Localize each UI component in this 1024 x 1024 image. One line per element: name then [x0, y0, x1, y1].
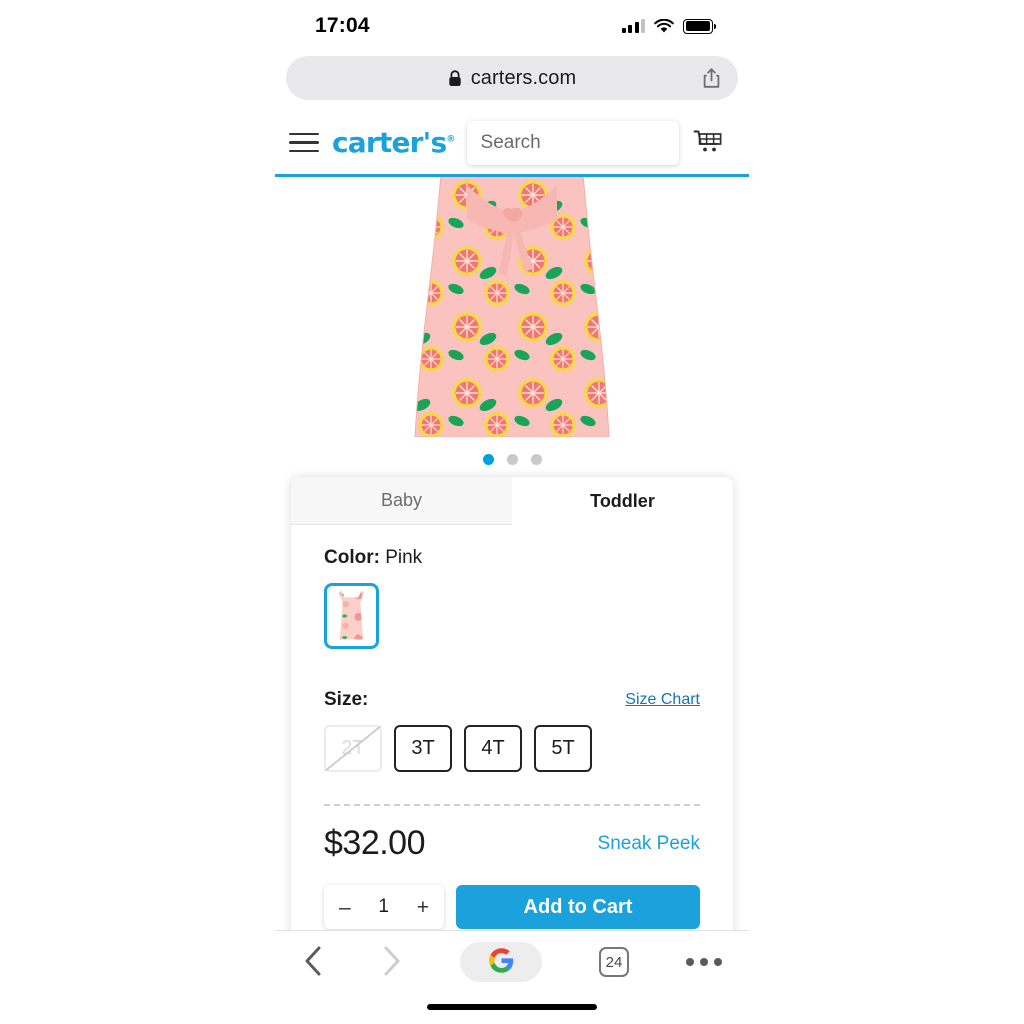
quantity-value: 1 — [378, 896, 389, 917]
lock-icon — [448, 69, 462, 87]
trademark-symbol: ® — [446, 134, 455, 145]
product-gallery[interactable] — [275, 177, 749, 467]
color-row: Color: Pink — [324, 547, 700, 569]
size-option-2t: 2T — [324, 725, 382, 772]
size-option-3t[interactable]: 3T — [394, 725, 452, 772]
status-bar-icons — [621, 18, 717, 34]
quantity-stepper: – 1 + — [324, 885, 444, 929]
product-price: $32.00 — [324, 824, 426, 862]
browser-toolbar-inner: 24 — [275, 931, 749, 993]
tab-switcher-button[interactable]: 24 — [599, 947, 629, 977]
status-bar: 17:04 — [275, 0, 749, 52]
address-bar[interactable]: carters.com — [286, 56, 738, 100]
chevron-left-icon — [302, 945, 324, 980]
wifi-icon — [654, 18, 674, 34]
size-option-5t[interactable]: 5T — [534, 725, 592, 772]
hamburger-menu-icon[interactable] — [289, 132, 319, 153]
more-options-icon — [686, 958, 722, 966]
size-label: Size: — [324, 689, 369, 710]
gallery-dot-2[interactable] — [506, 454, 518, 465]
back-button[interactable] — [302, 945, 324, 980]
google-logo-icon — [488, 948, 514, 976]
gallery-dot-1[interactable] — [482, 454, 494, 465]
tab-baby[interactable]: Baby — [291, 477, 512, 525]
share-icon[interactable] — [702, 67, 721, 89]
search-input[interactable] — [466, 131, 679, 154]
size-header-row: Size: Size Chart — [324, 689, 700, 711]
battery-full-icon — [683, 18, 717, 34]
section-divider — [324, 804, 700, 806]
carters-logo[interactable]: carter's® — [332, 126, 455, 159]
age-group-tabs: Baby Toddler — [291, 477, 733, 525]
browser-viewport: 17:04 carters.com carter's® Search Baby … — [275, 0, 749, 1024]
status-bar-clock: 17:04 — [315, 14, 370, 37]
search-box — [466, 120, 679, 165]
home-indicator — [427, 1004, 597, 1010]
forward-button[interactable] — [381, 945, 403, 980]
url-text: carters.com — [470, 66, 577, 89]
size-chart-link[interactable]: Size Chart — [625, 691, 700, 709]
size-options: 2T 3T 4T 5T — [324, 725, 700, 772]
gallery-dot-3[interactable] — [530, 454, 542, 465]
search-engine-button[interactable] — [460, 942, 542, 982]
gallery-dots — [275, 454, 749, 465]
chevron-right-icon — [381, 945, 403, 980]
site-header: carter's® — [275, 111, 749, 177]
cellular-signal-icon — [621, 19, 645, 33]
cart-button[interactable] — [693, 128, 723, 158]
quantity-decrement-button[interactable]: – — [339, 897, 351, 918]
color-value: Pink — [385, 547, 423, 568]
color-swatch-pink[interactable] — [324, 583, 379, 649]
browser-toolbar: 24 — [275, 930, 749, 1024]
product-options-body: Color: Pink Size: Size Chart 2T 3T 4T 5T… — [291, 525, 733, 953]
url-bar-container: carters.com — [275, 52, 749, 111]
more-options-button[interactable] — [686, 958, 722, 966]
shopping-cart-icon — [693, 128, 723, 158]
size-option-4t[interactable]: 4T — [464, 725, 522, 772]
product-image — [381, 177, 643, 438]
tab-toddler[interactable]: Toddler — [512, 477, 733, 525]
phone-screen: 17:04 carters.com carter's® Search Baby … — [0, 0, 1024, 1024]
add-to-cart-button[interactable]: Add to Cart — [456, 885, 700, 929]
quantity-increment-button[interactable]: + — [417, 897, 429, 918]
color-label: Color: — [324, 547, 380, 568]
price-row: $32.00 Sneak Peek — [324, 824, 700, 863]
brand-text: carter's — [332, 126, 447, 159]
product-options-card: Baby Toddler Color: Pink Size: Size Char… — [291, 477, 733, 953]
sneak-peek-link[interactable]: Sneak Peek — [598, 833, 700, 855]
color-swatches — [324, 583, 700, 649]
